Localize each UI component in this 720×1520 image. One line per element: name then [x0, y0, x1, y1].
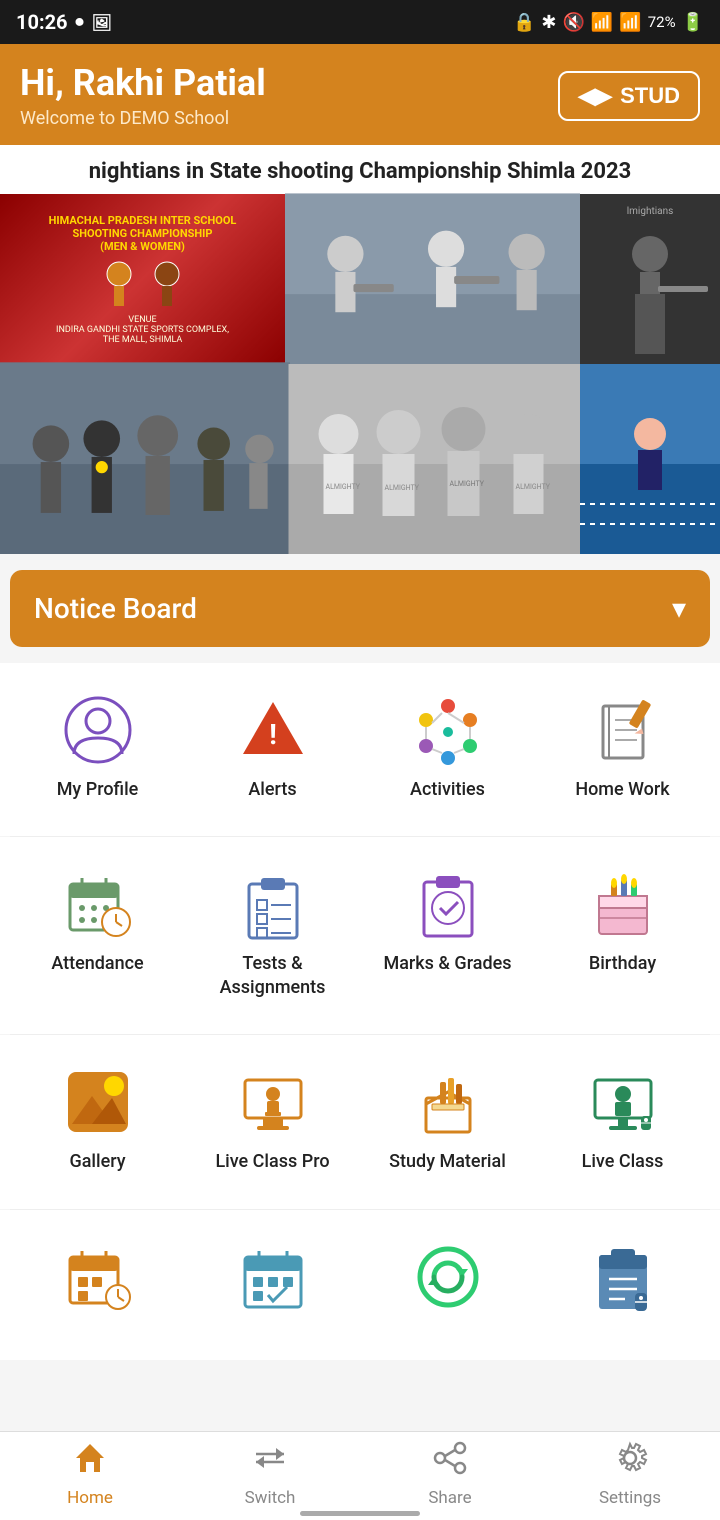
header: Hi, Rakhi Patial Welcome to DEMO School … [0, 44, 720, 145]
menu-item-r4-2[interactable] [185, 1220, 360, 1350]
switch-label: Switch [245, 1488, 296, 1508]
menu-item-marks[interactable]: Marks & Grades [360, 847, 535, 1024]
my-profile-icon [62, 694, 134, 766]
news-title: nightians in State shooting Championship… [0, 155, 720, 188]
alerts-label: Alerts [248, 778, 296, 801]
notice-board[interactable]: Notice Board ▾ [10, 570, 710, 647]
status-icons: 🔒✱🔇📶📶 72% 🔋 [513, 12, 704, 33]
menu-item-activities[interactable]: Activities [360, 673, 535, 826]
menu-grid-row1: My Profile ! Alerts [0, 663, 720, 836]
live-class-pro-label: Live Class Pro [215, 1150, 329, 1173]
home-label: Home [67, 1488, 113, 1508]
menu-item-tests[interactable]: Tests & Assignments [185, 847, 360, 1024]
news-top-row: HIMACHAL PRADESH INTER SCHOOLSHOOTING CH… [0, 194, 580, 364]
header-subtitle: Welcome to DEMO School [20, 108, 266, 129]
svg-text:!: ! [269, 718, 277, 751]
menu-item-attendance[interactable]: Attendance [10, 847, 185, 1024]
marks-icon [412, 868, 484, 940]
menu-item-my-profile[interactable]: My Profile [10, 673, 185, 826]
study-material-label: Study Material [389, 1150, 506, 1173]
stud-label: STUD [620, 83, 680, 109]
svg-text:ALMIGHTY: ALMIGHTY [450, 480, 485, 488]
notice-chevron-icon: ▾ [672, 592, 686, 625]
svg-text:ALMIGHTY: ALMIGHTY [385, 484, 420, 492]
status-time: 10:26 ⏺ 🖼 [16, 10, 112, 34]
side-col: lmightians [580, 194, 720, 554]
championship-banner: HIMACHAL PRADESH INTER SCHOOLSHOOTING CH… [0, 194, 285, 364]
stud-icon: ◀▶ [578, 83, 612, 109]
birthday-label: Birthday [589, 952, 656, 975]
header-left: Hi, Rakhi Patial Welcome to DEMO School [20, 62, 266, 129]
notice-board-label: Notice Board [34, 592, 197, 625]
nav-switch[interactable]: Switch [210, 1440, 330, 1508]
shoot-action-img [285, 194, 580, 364]
birthday-icon [587, 868, 659, 940]
share-icon [432, 1440, 468, 1484]
news-bottom-row: ALMIGHTY ALMIGHTY ALMIGHTY ALMIGHTY [0, 364, 580, 554]
menu-grid-row3: Gallery Live Class Pro [0, 1035, 720, 1208]
switch-icon [252, 1440, 288, 1484]
svg-text:ALMIGHTY: ALMIGHTY [516, 483, 551, 491]
stud-button[interactable]: ◀▶ STUD [558, 71, 700, 121]
menu-grid-row2: Attendance Tests & Assignments [0, 837, 720, 1034]
group-back-img: ALMIGHTY ALMIGHTY ALMIGHTY ALMIGHTY [290, 364, 580, 554]
home-icon [72, 1440, 108, 1484]
bottom-nav: Home Switch Share [0, 1431, 720, 1520]
r4-icon-4 [587, 1241, 659, 1313]
alerts-icon: ! [237, 694, 309, 766]
activities-icon [412, 694, 484, 766]
settings-icon [612, 1440, 648, 1484]
r4-icon-2 [237, 1241, 309, 1313]
status-bar: 10:26 ⏺ 🖼 🔒✱🔇📶📶 72% 🔋 [0, 0, 720, 44]
menu-item-birthday[interactable]: Birthday [535, 847, 710, 1024]
settings-label: Settings [599, 1488, 661, 1508]
attendance-label: Attendance [51, 952, 143, 975]
tests-icon [237, 868, 309, 940]
menu-item-study-material[interactable]: Study Material [360, 1045, 535, 1198]
gallery-icon [62, 1066, 134, 1138]
menu-item-r4-4[interactable] [535, 1220, 710, 1350]
nav-share[interactable]: Share [390, 1440, 510, 1508]
r4-icon-1 [62, 1241, 134, 1313]
ceremony-img [0, 364, 290, 554]
menu-item-live-class-pro[interactable]: Live Class Pro [185, 1045, 360, 1198]
svg-text:ALMIGHTY: ALMIGHTY [326, 483, 361, 491]
activities-label: Activities [410, 778, 485, 801]
menu-item-gallery[interactable]: Gallery [10, 1045, 185, 1198]
menu-item-r4-3[interactable] [360, 1220, 535, 1350]
homework-label: Home Work [575, 778, 669, 801]
my-profile-label: My Profile [57, 778, 139, 801]
nav-home[interactable]: Home [30, 1440, 150, 1508]
menu-item-homework[interactable]: Home Work [535, 673, 710, 826]
homework-icon [587, 694, 659, 766]
share-label: Share [428, 1488, 471, 1508]
side-img-bottom [580, 364, 720, 554]
live-class-label: Live Class [582, 1150, 664, 1173]
menu-item-live-class[interactable]: Live Class [535, 1045, 710, 1198]
menu-item-r4-1[interactable] [10, 1220, 185, 1350]
home-indicator [300, 1511, 420, 1516]
header-greeting: Hi, Rakhi Patial [20, 62, 266, 104]
tests-label: Tests & Assignments [192, 952, 353, 999]
nav-settings[interactable]: Settings [570, 1440, 690, 1508]
news-banner: nightians in State shooting Championship… [0, 145, 720, 554]
attendance-icon [62, 868, 134, 940]
news-main-col: HIMACHAL PRADESH INTER SCHOOLSHOOTING CH… [0, 194, 580, 554]
live-class-pro-icon [237, 1066, 309, 1138]
news-images: HIMACHAL PRADESH INTER SCHOOLSHOOTING CH… [0, 194, 720, 554]
marks-label: Marks & Grades [383, 952, 511, 975]
side-img-top: lmightians [580, 194, 720, 364]
menu-grid-row4 [0, 1210, 720, 1360]
menu-item-alerts[interactable]: ! Alerts [185, 673, 360, 826]
r4-icon-3 [412, 1241, 484, 1313]
gallery-label: Gallery [69, 1150, 125, 1173]
study-material-icon [412, 1066, 484, 1138]
svg-text:lmightians: lmightians [627, 206, 674, 217]
live-class-icon [587, 1066, 659, 1138]
